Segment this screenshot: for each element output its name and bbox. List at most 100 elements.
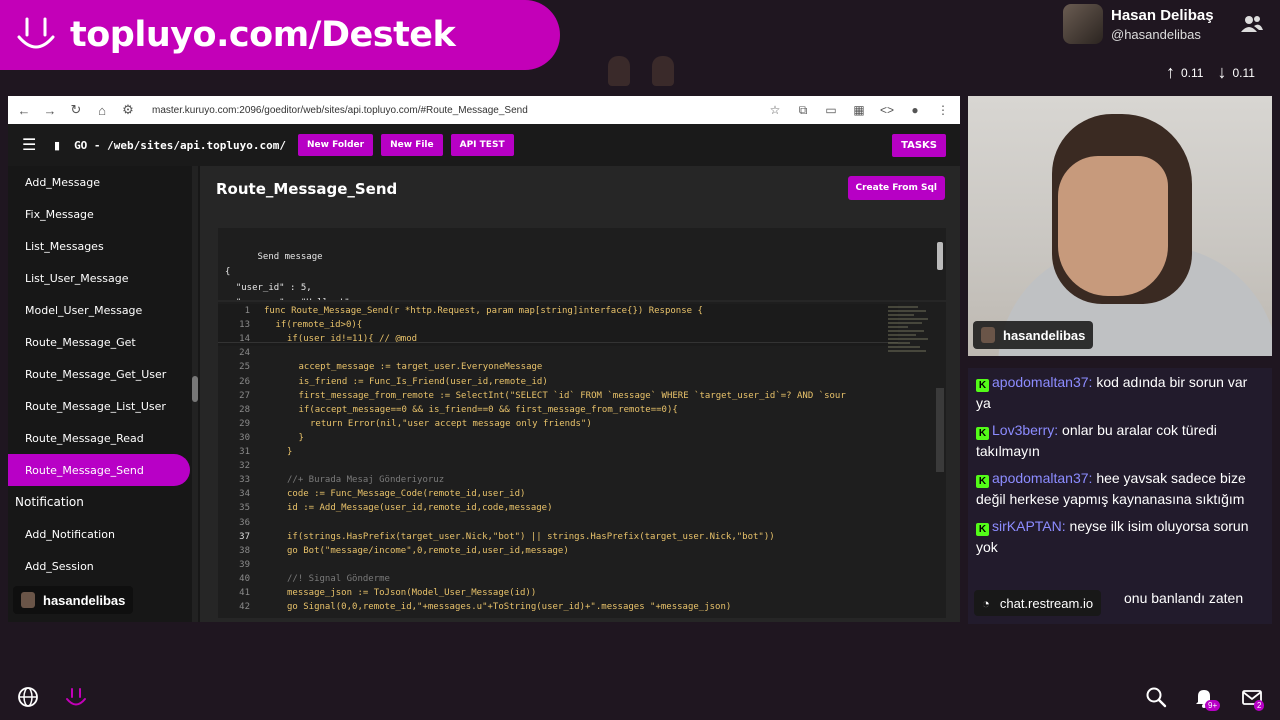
menu-icon[interactable]: ☰ bbox=[22, 135, 40, 155]
sidebar-item-route-message-send[interactable]: Route_Message_Send bbox=[8, 454, 190, 486]
sidebar-item-route-message-get-user[interactable]: Route_Message_Get_User bbox=[8, 358, 200, 390]
line-number: 26 bbox=[239, 376, 250, 387]
viewer-avatar bbox=[652, 56, 674, 86]
line-number: 38 bbox=[239, 545, 250, 556]
chat-username[interactable]: apodomaltan37 bbox=[992, 470, 1089, 486]
people-icon[interactable] bbox=[1240, 14, 1264, 34]
profile-handle: @hasandelibas bbox=[1111, 26, 1201, 42]
code-line[interactable]: 41 message_json := ToJson(Model_User_Mess… bbox=[218, 586, 898, 600]
chat-username[interactable]: sirKAPTAN bbox=[992, 518, 1062, 534]
extensions-icon[interactable]: ⧉ bbox=[794, 103, 812, 118]
doc-text: Send message { "user_id" : 5, "message" … bbox=[225, 251, 350, 301]
code-line[interactable]: 13 if(remote_id>0){ bbox=[218, 318, 898, 333]
code-text: go Signal(0,0,remote_id,"+messages.u"+To… bbox=[287, 602, 732, 613]
streamer-profile: Hasan Delibaş @hasandelibas bbox=[1063, 4, 1214, 44]
sidebar-item-list-user-message[interactable]: List_User_Message bbox=[8, 262, 200, 294]
sidebar-item-add-message[interactable]: Add_Message bbox=[8, 166, 200, 198]
url-field[interactable]: master.kuruyo.com:2096/goeditor/web/site… bbox=[152, 105, 756, 116]
code-line[interactable]: 1 func Route_Message_Send(r *http.Request… bbox=[218, 304, 898, 318]
code-line[interactable]: 35 id := Add_Message(user_id,remote_id,co… bbox=[218, 501, 898, 515]
code-line[interactable]: 42 go Signal(0,0,remote_id,"+messages.u"+… bbox=[218, 600, 898, 614]
code-line[interactable]: 24 bbox=[218, 346, 898, 360]
brand-url-text: topluyo.com/Destek bbox=[70, 15, 456, 55]
sidebar-item-notification[interactable]: Notification bbox=[8, 486, 200, 518]
code-line[interactable]: 36 bbox=[218, 516, 898, 530]
code-line[interactable]: 40 //! Signal Gönderme bbox=[218, 572, 898, 586]
code-text: return Error(nil,"user accept message on… bbox=[310, 418, 592, 429]
sidebar-scrollbar[interactable] bbox=[192, 166, 198, 622]
chat-username[interactable]: apodomaltan37 bbox=[992, 374, 1089, 390]
code-text: //! Signal Gönderme bbox=[287, 573, 390, 584]
code-line[interactable]: 33 //+ Burada Mesaj Gönderiyoruz bbox=[218, 473, 898, 487]
star-icon[interactable]: ☆ bbox=[766, 103, 784, 117]
browser-window: ← → ↻ ⌂ ⚙ master.kuruyo.com:2096/goedito… bbox=[8, 96, 960, 622]
profile-name: Hasan Delibaş bbox=[1111, 6, 1214, 24]
new-file-button[interactable]: New File bbox=[381, 134, 443, 156]
sidebar-item-add-session[interactable]: Add_Session bbox=[8, 550, 200, 582]
code-line[interactable]: 25 accept_message := target_user.Everyone… bbox=[218, 360, 898, 374]
kick-badge-icon: K bbox=[976, 427, 989, 440]
doc-scrollbar[interactable] bbox=[937, 232, 943, 296]
code-line[interactable]: 39 bbox=[218, 558, 898, 572]
code-line[interactable]: 31} bbox=[218, 445, 898, 459]
code-minimap[interactable] bbox=[888, 304, 932, 374]
code-line[interactable]: 26 is_friend := Func_Is_Friend(user_id,re… bbox=[218, 375, 898, 389]
editor-scrollbar[interactable] bbox=[936, 388, 944, 472]
chat-message: K Lov3berry: onlar bu aralar cok türedi t… bbox=[976, 422, 1217, 459]
webcam-name-tag: hasandelibas bbox=[973, 321, 1094, 349]
sidebar-item-add-notification[interactable]: Add_Notification bbox=[8, 518, 200, 550]
code-icon[interactable]: <> bbox=[878, 103, 896, 117]
topluyo-logo-icon bbox=[14, 13, 58, 57]
up-value: 0.11 bbox=[1181, 65, 1204, 80]
qr-icon[interactable]: ▦ bbox=[850, 103, 868, 117]
code-line[interactable]: 37 if(strings.HasPrefix(target_user.Nick,… bbox=[218, 530, 898, 544]
api-test-button[interactable]: API TEST bbox=[450, 134, 514, 156]
sidebar-item-route-message-read[interactable]: Route_Message_Read bbox=[8, 422, 200, 454]
sidebar-item-list-messages[interactable]: List_Messages bbox=[8, 230, 200, 262]
code-text: } bbox=[287, 447, 293, 457]
home-icon[interactable]: ⌂ bbox=[94, 103, 110, 118]
new-folder-button[interactable]: New Folder bbox=[297, 134, 374, 156]
code-line[interactable]: 30} bbox=[218, 431, 898, 445]
globe-icon[interactable] bbox=[17, 686, 39, 708]
code-line[interactable]: 34 code := Func_Message_Code(remote_id,us… bbox=[218, 487, 898, 501]
menu-dots-icon[interactable]: ⋮ bbox=[934, 103, 952, 117]
profile-icon[interactable]: ● bbox=[906, 103, 924, 117]
sidebar-item-model-user-message[interactable]: Model_User_Message bbox=[8, 294, 200, 326]
line-number: 24 bbox=[239, 348, 250, 359]
line-number: 32 bbox=[239, 461, 250, 472]
forward-icon[interactable]: → bbox=[42, 103, 58, 118]
back-icon[interactable]: ← bbox=[16, 103, 32, 118]
chat-message: Kapodomaltan37: kod adında bir sorun var… bbox=[976, 374, 1248, 411]
sidebar-item-route-message-list-user[interactable]: Route_Message_List_User bbox=[8, 390, 200, 422]
bell-icon[interactable]: 9+ bbox=[1193, 686, 1221, 711]
code-line[interactable]: 32 bbox=[218, 459, 898, 473]
site-info-icon[interactable]: ⚙ bbox=[120, 102, 136, 118]
sidebar-item-fix-message[interactable]: Fix_Message bbox=[8, 198, 200, 230]
webcam-feed bbox=[968, 96, 1272, 356]
mail-icon[interactable]: 2 bbox=[1241, 686, 1265, 711]
code-line[interactable]: 29 return Error(nil,"user accept message … bbox=[218, 417, 898, 431]
search-icon[interactable] bbox=[1145, 686, 1167, 708]
chat-username[interactable]: Lov3berry bbox=[992, 422, 1054, 438]
bottom-bar: 9+ 2 bbox=[0, 672, 1280, 720]
create-from-sql-button[interactable]: Create From Sql bbox=[847, 176, 945, 200]
avatar bbox=[981, 327, 995, 343]
code-line[interactable]: 27 first_message_from_remote := SelectInt… bbox=[218, 389, 898, 403]
doc-textarea[interactable]: Send message { "user_id" : 5, "message" … bbox=[218, 228, 946, 300]
cast-icon[interactable]: ▭ bbox=[822, 103, 840, 117]
code-line[interactable]: 14 if(user_id!=11){ // @mod bbox=[218, 332, 898, 347]
topluyo-logo-icon[interactable] bbox=[64, 686, 86, 708]
line-number: 36 bbox=[239, 517, 250, 528]
topluyo-banner: topluyo.com/Destek bbox=[0, 0, 560, 70]
line-number: 30 bbox=[239, 432, 250, 443]
restream-label: chat.restream.io bbox=[999, 595, 1094, 611]
reload-icon[interactable]: ↻ bbox=[68, 102, 84, 118]
code-editor[interactable]: 1 func Route_Message_Send(r *http.Request… bbox=[218, 302, 946, 618]
editor-main: Route_Message_Send Create From Sql Send … bbox=[208, 166, 960, 622]
tasks-button[interactable]: TASKS bbox=[892, 133, 946, 157]
line-number: 37 bbox=[239, 531, 250, 542]
sidebar-item-route-message-get[interactable]: Route_Message_Get bbox=[8, 326, 200, 358]
code-line[interactable]: 38 go Bot("message/income",0,remote_id,us… bbox=[218, 544, 898, 558]
code-line[interactable]: 28 if(accept_message==0 && is_friend==0 &… bbox=[218, 403, 898, 417]
